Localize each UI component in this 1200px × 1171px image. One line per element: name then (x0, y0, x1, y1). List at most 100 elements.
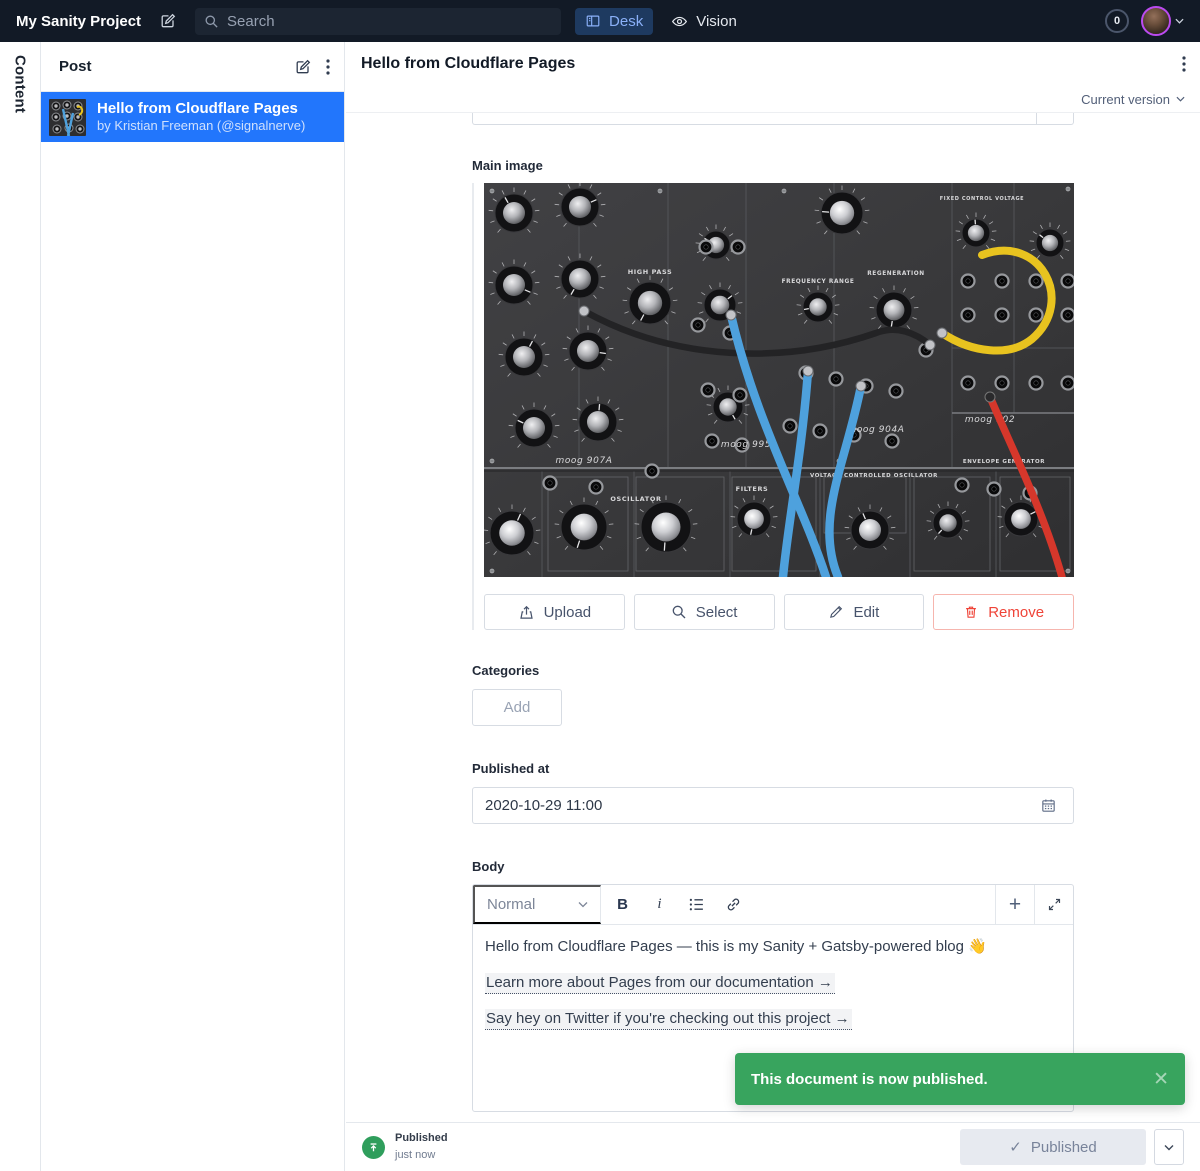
bold-button[interactable]: B (604, 885, 641, 924)
photo-label: moog 902 (965, 415, 1015, 425)
field-label: Main image (472, 158, 1074, 174)
select-button-label: Select (696, 604, 738, 621)
field-categories: Categories Add (472, 663, 1074, 726)
sanity-studio: My Sanity Project (0, 0, 1200, 1171)
avatar (1141, 6, 1171, 36)
check-icon: ✓ (1009, 1138, 1022, 1156)
field-published-at: Published at (472, 761, 1074, 824)
list-item-post[interactable]: Hello from Cloudflare Pages by Kristian … (41, 92, 344, 142)
published-at-input-box (472, 787, 1074, 824)
notifications-badge[interactable]: 0 (1105, 9, 1129, 33)
pencil-square-icon (294, 58, 312, 76)
remove-button-label: Remove (988, 604, 1044, 621)
dots-vertical-icon (326, 59, 330, 75)
post-item-title: Hello from Cloudflare Pages (97, 100, 305, 118)
topbar-right: 0 (1105, 6, 1184, 36)
remove-button[interactable]: Remove (933, 594, 1074, 630)
document-scroll-area[interactable]: Main image (346, 113, 1200, 1122)
publish-status-label: Published (395, 1132, 448, 1145)
user-menu-button[interactable] (1141, 6, 1184, 36)
italic-button[interactable]: i (641, 885, 678, 924)
link-icon (725, 896, 742, 913)
new-document-button[interactable] (155, 8, 181, 34)
document-title: Hello from Cloudflare Pages (361, 55, 1178, 73)
published-at-input[interactable] (485, 797, 1028, 814)
toolbar-end: + (995, 885, 1073, 924)
version-label[interactable]: Current version (1081, 92, 1170, 107)
add-category-button[interactable]: Add (472, 689, 562, 726)
document-footer: Published just now ✓ Published (346, 1122, 1200, 1171)
search-icon (204, 14, 219, 29)
field-label: Categories (472, 663, 1074, 679)
toast-message: This document is now published. (751, 1071, 988, 1088)
publish-button[interactable]: ✓ Published (960, 1129, 1146, 1165)
style-select[interactable]: Normal (473, 885, 601, 924)
edit-button-label: Edit (853, 604, 879, 621)
upload-button[interactable]: Upload (484, 594, 625, 630)
pencil-square-icon (159, 12, 177, 30)
document-pane: Hello from Cloudflare Pages Current vers… (346, 42, 1200, 1171)
tab-vision[interactable]: Vision (667, 8, 741, 35)
photo-label: moog 995 (721, 440, 771, 450)
slug-field-partial[interactable] (472, 113, 1074, 125)
select-button[interactable]: Select (634, 594, 775, 630)
pencil-icon (828, 604, 844, 620)
image-input-wrap: HIGH PASS FREQUENCY RANGE REGENERATION F… (472, 183, 1074, 630)
edit-button[interactable]: Edit (784, 594, 925, 630)
editor-toolbar: Normal B i (473, 885, 1073, 925)
upload-button-label: Upload (544, 604, 592, 621)
desk-panels-icon (585, 13, 601, 29)
content-rail-label[interactable]: Content (12, 55, 29, 113)
field-label: Published at (472, 761, 1074, 777)
photo-label: HIGH PASS (628, 268, 673, 276)
document-header: Hello from Cloudflare Pages (346, 42, 1200, 86)
chevron-down-icon (578, 901, 588, 908)
photo-label: ENVELOPE GENERATOR (963, 459, 1045, 465)
photo-label: moog 907A (555, 456, 612, 466)
slug-generate-button-partial[interactable] (1036, 113, 1073, 124)
body-link[interactable]: Learn more about Pages from our document… (485, 973, 835, 994)
trash-icon (963, 604, 979, 620)
tab-desk[interactable]: Desk (575, 8, 653, 35)
photo-label: OSCILLATOR (610, 495, 661, 503)
post-list-pane: Post (41, 42, 345, 1171)
search-icon (671, 604, 687, 620)
chevron-down-icon (1175, 18, 1184, 24)
search-input[interactable] (227, 13, 552, 30)
post-item-subtitle: by Kristian Freeman (@signalnerve) (97, 118, 305, 134)
editor-content[interactable]: Hello from Cloudflare Pages — this is my… (473, 925, 1073, 1055)
tab-desk-label: Desk (609, 13, 643, 30)
field-main-image: Main image (472, 158, 1074, 630)
pane-menu-button[interactable] (322, 55, 334, 79)
main-image-preview[interactable]: HIGH PASS FREQUENCY RANGE REGENERATION F… (484, 183, 1074, 577)
post-thumbnail (49, 99, 86, 136)
create-post-button[interactable] (290, 54, 316, 80)
chevron-down-icon (1164, 1144, 1174, 1151)
calendar-button[interactable] (1036, 793, 1061, 818)
topbar: My Sanity Project (0, 0, 1200, 42)
chevron-down-icon (1176, 96, 1185, 102)
body-paragraph[interactable]: Hello from Cloudflare Pages — this is my… (485, 936, 1061, 957)
upload-icon (518, 604, 535, 621)
document-menu-button[interactable] (1178, 52, 1190, 76)
link-button[interactable] (715, 885, 752, 924)
photo-label: REGENERATION (867, 271, 925, 277)
insert-block-button[interactable]: + (995, 885, 1034, 924)
publish-menu-button[interactable] (1154, 1129, 1184, 1165)
photo-label: FILTERS (736, 485, 769, 493)
post-item-meta: Hello from Cloudflare Pages by Kristian … (97, 100, 305, 134)
eye-icon (671, 13, 688, 30)
bullet-list-icon (688, 897, 705, 912)
format-buttons: B i (601, 885, 752, 924)
photo-label: VOLTAGE CONTROLLED OSCILLATOR (810, 473, 938, 479)
fullscreen-button[interactable] (1034, 885, 1073, 924)
close-icon[interactable]: ✕ (1153, 1068, 1169, 1091)
content-rail: Content (0, 42, 41, 1171)
version-bar: Current version (346, 86, 1200, 113)
project-title: My Sanity Project (16, 13, 141, 30)
body-link[interactable]: Say hey on Twitter if you're checking ou… (485, 1009, 852, 1030)
photo-label: FREQUENCY RANGE (782, 279, 855, 285)
publish-status-time: just now (395, 1149, 435, 1161)
search-bar[interactable] (195, 8, 561, 35)
bullet-list-button[interactable] (678, 885, 715, 924)
